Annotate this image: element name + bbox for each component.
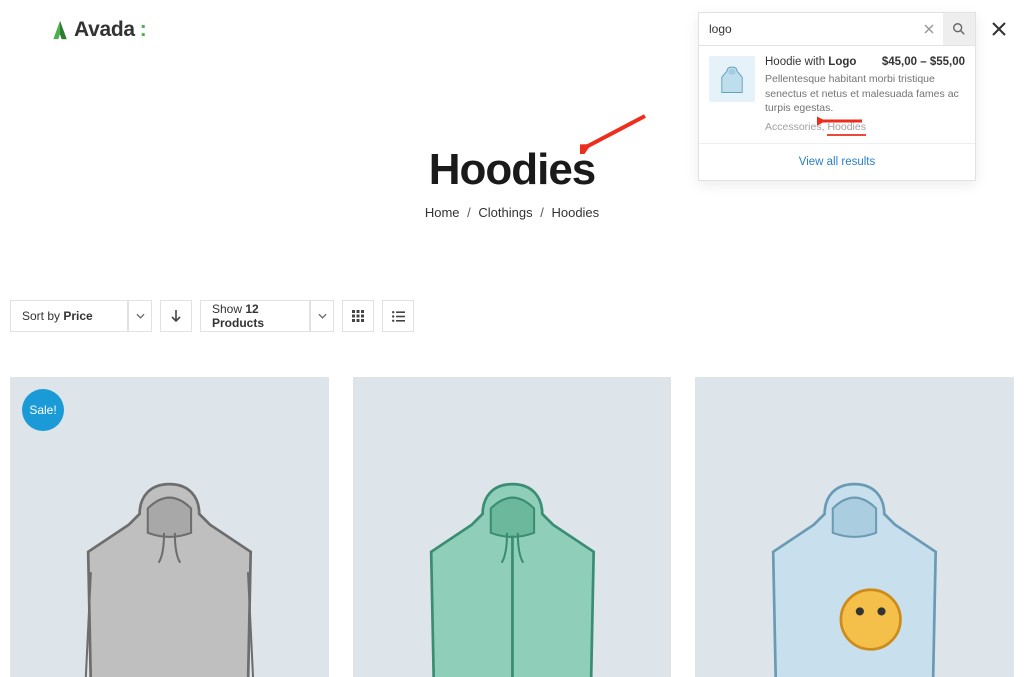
result-price: $45,00 – $55,00: [882, 56, 965, 68]
grid-view-button[interactable]: [342, 300, 374, 332]
search-result-item[interactable]: Hoodie with Logo $45,00 – $55,00 Pellent…: [699, 46, 975, 144]
grid-icon: [352, 310, 364, 322]
product-card[interactable]: [353, 377, 672, 677]
product-grid: Sale!: [0, 377, 1024, 677]
breadcrumb: Home / Clothings / Hoodies: [0, 205, 1024, 220]
product-image: [377, 457, 648, 677]
search-submit-button[interactable]: [943, 13, 975, 45]
result-category[interactable]: Accessories: [765, 121, 822, 133]
product-image: [719, 457, 990, 677]
product-image: [34, 457, 305, 677]
sort-select[interactable]: Sort by Price: [10, 300, 128, 332]
result-categories: Accessories, Hoodies: [765, 121, 965, 133]
chevron-down-icon: [136, 313, 145, 319]
list-icon: [392, 311, 405, 322]
close-icon: [992, 22, 1006, 36]
logo-mark-icon: [50, 19, 70, 41]
breadcrumb-home[interactable]: Home: [425, 205, 460, 220]
search-input-row: [699, 13, 975, 46]
sale-badge: Sale!: [22, 389, 64, 431]
shop-toolbar: Sort by Price Show 12 Products: [0, 300, 1024, 332]
arrow-down-icon: [170, 309, 182, 323]
search-icon: [952, 22, 966, 36]
view-all-results-link[interactable]: View all results: [699, 144, 975, 180]
hoodie-thumb-icon: [715, 62, 749, 96]
search-input[interactable]: [699, 13, 915, 45]
search-clear-button[interactable]: [915, 13, 943, 45]
result-thumbnail: [709, 56, 755, 102]
result-description: Pellentesque habitant morbi tristique se…: [765, 72, 965, 116]
breadcrumb-current: Hoodies: [551, 205, 599, 220]
clear-icon: [924, 24, 934, 34]
result-title: Hoodie with Logo: [765, 56, 856, 68]
sort-select-chevron[interactable]: [128, 300, 152, 332]
result-body: Hoodie with Logo $45,00 – $55,00 Pellent…: [765, 56, 965, 133]
result-category-link[interactable]: Hoodies: [827, 121, 866, 136]
logo-colon: :: [140, 18, 147, 42]
show-count-chevron[interactable]: [310, 300, 334, 332]
chevron-down-icon: [318, 313, 327, 319]
list-view-button[interactable]: [382, 300, 414, 332]
product-card[interactable]: Sale!: [10, 377, 329, 677]
site-logo[interactable]: Avada:: [50, 18, 147, 42]
sort-direction-button[interactable]: [160, 300, 192, 332]
search-close-button[interactable]: [992, 22, 1006, 41]
show-count-select[interactable]: Show 12 Products: [200, 300, 310, 332]
product-card[interactable]: [695, 377, 1014, 677]
logo-text: Avada: [74, 18, 135, 42]
breadcrumb-parent[interactable]: Clothings: [478, 205, 532, 220]
search-dropdown: Hoodie with Logo $45,00 – $55,00 Pellent…: [698, 12, 976, 181]
